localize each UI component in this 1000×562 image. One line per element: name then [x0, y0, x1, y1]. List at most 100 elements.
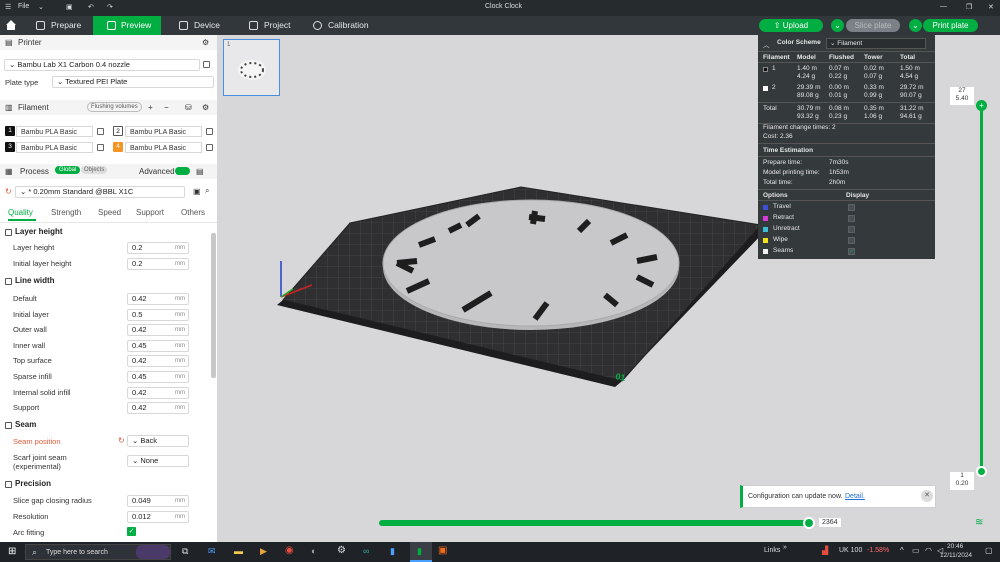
move-slider-track[interactable]: [379, 520, 811, 526]
filament-2-swatch[interactable]: 2: [113, 126, 123, 136]
chevron-right-icon[interactable]: »: [783, 544, 787, 551]
arduino-icon[interactable]: ∞: [363, 546, 369, 556]
print-dropdown[interactable]: ⌄: [909, 19, 922, 32]
file-menu[interactable]: File: [18, 3, 29, 10]
advanced-switch[interactable]: [175, 167, 190, 175]
printer-settings-icon[interactable]: ⚙: [202, 38, 209, 47]
option-display-checkbox[interactable]: ✓: [848, 248, 855, 255]
filament-2-select[interactable]: Bambu PLA Basic: [125, 126, 202, 137]
restore-icon[interactable]: ❐: [966, 3, 972, 11]
tab-quality[interactable]: Quality: [8, 208, 33, 217]
tab-support[interactable]: Support: [136, 208, 164, 217]
option-display-checkbox[interactable]: [848, 226, 855, 233]
settings-icon[interactable]: ⚙: [337, 545, 346, 556]
notification-detail-link[interactable]: Detail.: [845, 493, 865, 500]
seam-position-select[interactable]: ⌄ Back: [127, 435, 189, 447]
layers-icon[interactable]: ≋: [975, 517, 983, 528]
move-slider-handle[interactable]: [803, 517, 815, 529]
slice-plate-button[interactable]: Slice plate: [846, 19, 900, 32]
search-icon[interactable]: ⌕: [205, 186, 209, 196]
notification-icon[interactable]: ▢: [985, 546, 993, 555]
clock-date[interactable]: 12/11/2024: [940, 552, 972, 559]
option-display-checkbox[interactable]: [848, 215, 855, 222]
remove-filament-icon[interactable]: −: [164, 103, 169, 112]
tab-speed[interactable]: Speed: [98, 208, 121, 217]
tab-calibration[interactable]: Calibration: [313, 16, 383, 35]
filament-4-swatch[interactable]: 4: [113, 142, 123, 152]
battery-icon[interactable]: ▭: [912, 546, 920, 555]
filament-settings-icon[interactable]: ⚙: [202, 103, 209, 112]
edit-filament-icon[interactable]: [206, 128, 213, 135]
menu-icon[interactable]: ☰: [5, 3, 11, 11]
color-scheme-select[interactable]: ⌄ Filament: [826, 38, 926, 49]
option-display-checkbox[interactable]: [848, 237, 855, 244]
home-button[interactable]: [3, 16, 19, 35]
settings-panel: ▤ Printer ⚙ ⌄ Bambu Lab X1 Carbon 0.4 no…: [0, 35, 217, 542]
save-icon[interactable]: ▣: [66, 3, 73, 11]
filament-1-color: [763, 67, 768, 72]
flushing-volumes-button[interactable]: Flushing volumes: [87, 102, 142, 112]
tab-preview[interactable]: Preview: [93, 16, 161, 35]
layer-slider-top-handle[interactable]: +: [976, 100, 987, 111]
arc-fitting-checkbox[interactable]: ✓: [127, 527, 136, 536]
filament-1-select[interactable]: Bambu PLA Basic: [16, 126, 93, 137]
orca-icon[interactable]: ▣: [438, 545, 447, 556]
tab-strength[interactable]: Strength: [51, 208, 81, 217]
layer-slider-track[interactable]: [980, 103, 983, 471]
links-toolbar[interactable]: Links: [764, 547, 780, 554]
minimize-icon[interactable]: —: [940, 3, 947, 10]
layer-slider-bottom-handle[interactable]: [976, 466, 987, 477]
sync-filament-icon[interactable]: ⛁: [185, 103, 192, 112]
task-view-icon[interactable]: ⧉: [182, 546, 188, 557]
chrome-icon[interactable]: ◉: [285, 545, 294, 556]
global-toggle[interactable]: Global: [55, 166, 81, 174]
process-preset-select[interactable]: ⌄ * 0.20mm Standard @BBL X1C: [15, 186, 185, 198]
media-icon[interactable]: ▶: [260, 546, 267, 557]
save-preset-icon[interactable]: ▣: [193, 187, 201, 196]
filament-3-swatch[interactable]: 3: [5, 142, 15, 152]
plate-type-select[interactable]: ⌄ Textured PEI Plate: [52, 76, 214, 88]
compare-icon[interactable]: ▤: [196, 167, 204, 176]
file-explorer-icon[interactable]: ▬: [234, 546, 243, 556]
redo-icon[interactable]: ↷: [107, 3, 113, 11]
print-plate-button[interactable]: Print plate: [923, 19, 978, 32]
wifi-icon[interactable]: ◠: [925, 546, 932, 555]
add-filament-icon[interactable]: +: [148, 103, 153, 112]
undo-icon[interactable]: ↶: [88, 3, 94, 11]
tab-project[interactable]: Project: [249, 16, 309, 35]
windows-start-icon[interactable]: ⊞: [8, 546, 16, 557]
edit-filament-icon[interactable]: [97, 128, 104, 135]
editor-icon[interactable]: ▮: [390, 546, 395, 557]
app-icon[interactable]: ◐: [311, 546, 316, 556]
tab-others[interactable]: Others: [181, 208, 205, 217]
scarf-joint-select[interactable]: ⌄ None: [127, 455, 189, 467]
tab-label: Preview: [121, 20, 152, 30]
collapse-icon[interactable]: ︿: [763, 39, 770, 49]
objects-toggle[interactable]: Objects: [81, 166, 108, 174]
taskbar-search[interactable]: ⌕ Type here to search: [25, 544, 171, 560]
reset-icon[interactable]: ↻: [118, 436, 125, 445]
close-icon[interactable]: ✕: [921, 490, 933, 502]
edit-filament-icon[interactable]: [206, 144, 213, 151]
option-display-checkbox[interactable]: [848, 204, 855, 211]
clock-time[interactable]: 20:46: [947, 543, 963, 550]
tab-device[interactable]: Device: [179, 16, 239, 35]
tab-prepare[interactable]: Prepare: [36, 16, 96, 35]
mail-icon[interactable]: ✉: [208, 546, 216, 557]
filament-4-select[interactable]: Bambu PLA Basic: [125, 142, 202, 153]
filament-1-swatch[interactable]: 1: [5, 126, 15, 136]
printer-select[interactable]: ⌄ Bambu Lab X1 Carbon 0.4 nozzle: [4, 59, 200, 71]
chevron-down-icon[interactable]: ⌄: [38, 3, 44, 11]
reset-icon[interactable]: ↻: [5, 187, 12, 196]
bambu-studio-taskbar-button[interactable]: ▮: [410, 542, 432, 562]
upload-dropdown[interactable]: ⌄: [831, 19, 844, 32]
edit-printer-icon[interactable]: [203, 61, 210, 68]
upload-button[interactable]: ⇧ Upload: [759, 19, 823, 32]
tray-chevron-icon[interactable]: ^: [900, 546, 904, 555]
settings-scrollbar[interactable]: [211, 233, 216, 378]
line-width-group: Line width: [15, 276, 55, 285]
close-icon[interactable]: ✕: [988, 3, 994, 11]
edit-filament-icon[interactable]: [97, 144, 104, 151]
filament-3-select[interactable]: Bambu PLA Basic: [16, 142, 93, 153]
stock-name[interactable]: UK 100: [839, 547, 862, 554]
